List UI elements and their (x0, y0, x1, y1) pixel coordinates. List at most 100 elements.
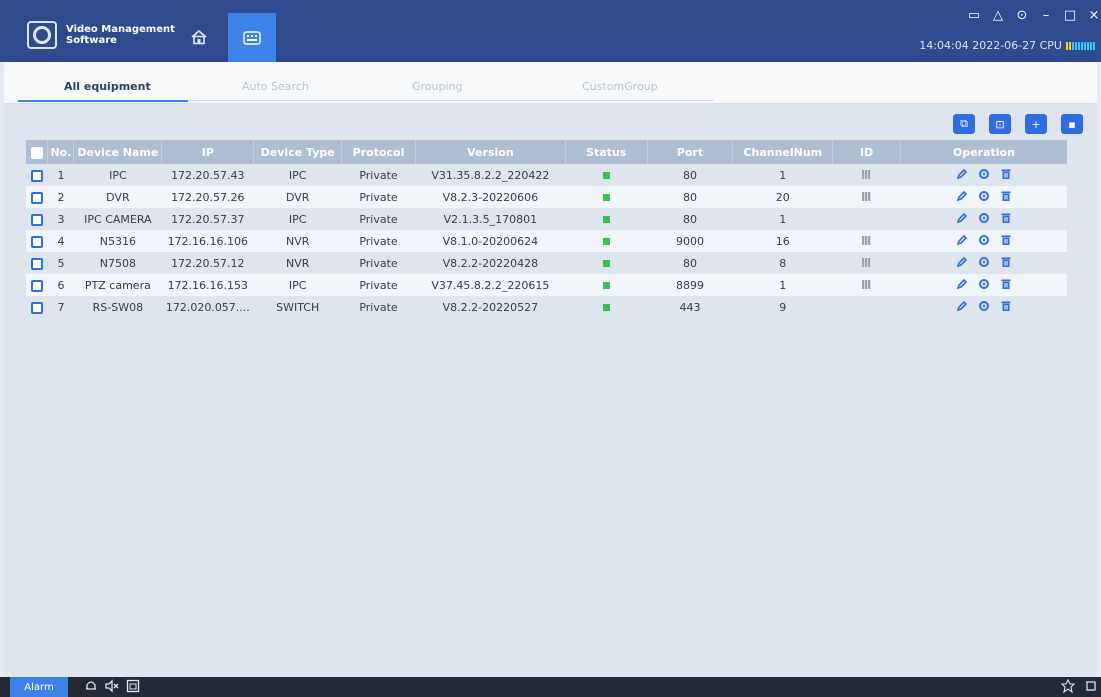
tab-grouping[interactable]: Grouping (412, 80, 463, 93)
cell-device-name: DVR (106, 190, 130, 204)
cell-device-name: RS-SW08 (92, 300, 144, 314)
settings-icon[interactable] (978, 212, 990, 224)
cell-status (565, 252, 647, 274)
fullscreen-icon[interactable] (126, 679, 140, 693)
col-operation: Operation (953, 145, 1015, 159)
table-row[interactable]: 6 PTZ camera 172.16.16.153 IPC Private V37.45… (26, 274, 1067, 296)
col-port[interactable]: Port (647, 140, 734, 164)
cell-device-type: SWITCH (276, 300, 320, 314)
row-checkbox[interactable] (30, 213, 43, 226)
cell-version: V31.35.8.2.2_220422 (431, 168, 550, 182)
status-bar: Alarm (0, 677, 1101, 697)
row-checkbox[interactable] (30, 169, 43, 182)
qr-code-icon[interactable] (862, 235, 872, 245)
export-icon: ⧉ (960, 117, 968, 130)
cell-no: 3 (57, 212, 65, 226)
col-no[interactable]: No. (47, 140, 75, 164)
settings-icon[interactable] (978, 168, 990, 180)
screen-icon[interactable]: ▭ (967, 8, 981, 23)
col-protocol[interactable]: Protocol (341, 140, 416, 164)
import-button[interactable]: ⊡ (989, 114, 1011, 134)
home-button[interactable] (184, 22, 214, 52)
cell-operation (900, 164, 1067, 186)
alarm-button[interactable]: Alarm (10, 677, 68, 697)
trash-icon[interactable] (1000, 278, 1012, 290)
row-checkbox[interactable] (30, 301, 43, 314)
settings-icon[interactable] (978, 256, 990, 268)
row-checkbox[interactable] (30, 235, 43, 248)
tab-all-equipment[interactable]: All equipment (64, 80, 151, 93)
table-row[interactable]: 7 RS-SW08 172.020.057.... SWITCH Private V8.2… (26, 296, 1067, 318)
cell-protocol: Private (359, 278, 398, 292)
qr-code-icon[interactable] (862, 191, 872, 201)
tab-custom-group[interactable]: CustomGroup (582, 80, 658, 93)
maximize-icon[interactable]: □ (1063, 8, 1077, 23)
row-checkbox[interactable] (30, 257, 43, 270)
user-icon[interactable]: △ (991, 8, 1005, 23)
device-table: No. Device Name IP Device Type Protocol … (26, 140, 1067, 318)
select-all-checkbox[interactable] (30, 146, 43, 159)
table-row[interactable]: 4 N5316 172.16.16.106 NVR Private V8.1.0-2020… (26, 230, 1067, 252)
edit-icon[interactable] (956, 234, 968, 246)
cell-port: 8899 (675, 278, 704, 292)
cell-device-type: NVR (285, 234, 310, 248)
table-row[interactable]: 5 N7508 172.20.57.12 NVR Private V8.2.2-20220… (26, 252, 1067, 274)
restore-icon[interactable] (1085, 679, 1097, 693)
cell-no: 2 (57, 190, 65, 204)
cell-port: 80 (682, 190, 697, 204)
cell-ip: 172.16.16.106 (167, 234, 249, 248)
settings-icon[interactable] (978, 278, 990, 290)
cell-protocol: Private (359, 300, 398, 314)
help-icon[interactable]: ⊙ (1015, 8, 1029, 23)
col-device-type[interactable]: Device Type (253, 140, 343, 164)
tab-auto-search[interactable]: Auto Search (242, 80, 309, 93)
col-device-name[interactable]: Device Name (73, 140, 163, 164)
col-ip[interactable]: IP (161, 140, 255, 164)
edit-icon[interactable] (956, 256, 968, 268)
row-select-cell (26, 252, 48, 274)
cell-version: V2.1.3.5_170801 (443, 212, 538, 226)
edit-icon[interactable] (956, 300, 968, 312)
col-id[interactable]: ID (832, 140, 901, 164)
col-status[interactable]: Status (565, 140, 648, 164)
table-row[interactable]: 1 IPC 172.20.57.43 IPC Private V31.35.8.2.2_2… (26, 164, 1067, 186)
export-button[interactable]: ⧉ (953, 114, 975, 134)
device-management-button[interactable] (228, 13, 276, 62)
delete-device-button[interactable]: ▪ (1061, 114, 1083, 134)
settings-icon[interactable] (978, 234, 990, 246)
qr-code-icon[interactable] (862, 257, 872, 267)
edit-icon[interactable] (956, 168, 968, 180)
cell-id (833, 164, 901, 186)
qr-code-icon[interactable] (862, 169, 872, 179)
add-device-button[interactable]: + (1025, 114, 1047, 134)
edit-icon[interactable] (956, 278, 968, 290)
pin-icon[interactable] (1061, 679, 1075, 693)
col-version[interactable]: Version (415, 140, 566, 164)
table-row[interactable]: 2 DVR 172.20.57.26 DVR Private V8.2.3-2022060… (26, 186, 1067, 208)
cell-status (565, 230, 647, 252)
trash-icon[interactable] (1000, 190, 1012, 202)
minimize-icon[interactable]: – (1039, 8, 1053, 23)
bell-icon[interactable] (84, 679, 98, 693)
trash-icon[interactable] (1000, 300, 1012, 312)
row-select-cell (26, 208, 48, 230)
qr-code-icon[interactable] (862, 279, 872, 289)
trash-icon[interactable] (1000, 234, 1012, 246)
status-online-icon (602, 237, 610, 245)
table-row[interactable]: 3 IPC CAMERA 172.20.57.37 IPC Private V2.1.3.… (26, 208, 1067, 230)
close-icon[interactable]: × (1087, 8, 1101, 23)
row-checkbox[interactable] (30, 279, 43, 292)
trash-icon[interactable] (1000, 168, 1012, 180)
mute-icon[interactable] (104, 679, 120, 693)
settings-icon[interactable] (978, 190, 990, 202)
row-checkbox[interactable] (30, 191, 43, 204)
trash-icon[interactable] (1000, 212, 1012, 224)
edit-icon[interactable] (956, 190, 968, 202)
cell-operation (900, 186, 1067, 208)
settings-icon[interactable] (978, 300, 990, 312)
col-channel-num[interactable]: ChannelNum (732, 140, 834, 164)
status-online-icon (602, 259, 610, 267)
cell-id (833, 186, 901, 208)
edit-icon[interactable] (956, 212, 968, 224)
trash-icon[interactable] (1000, 256, 1012, 268)
